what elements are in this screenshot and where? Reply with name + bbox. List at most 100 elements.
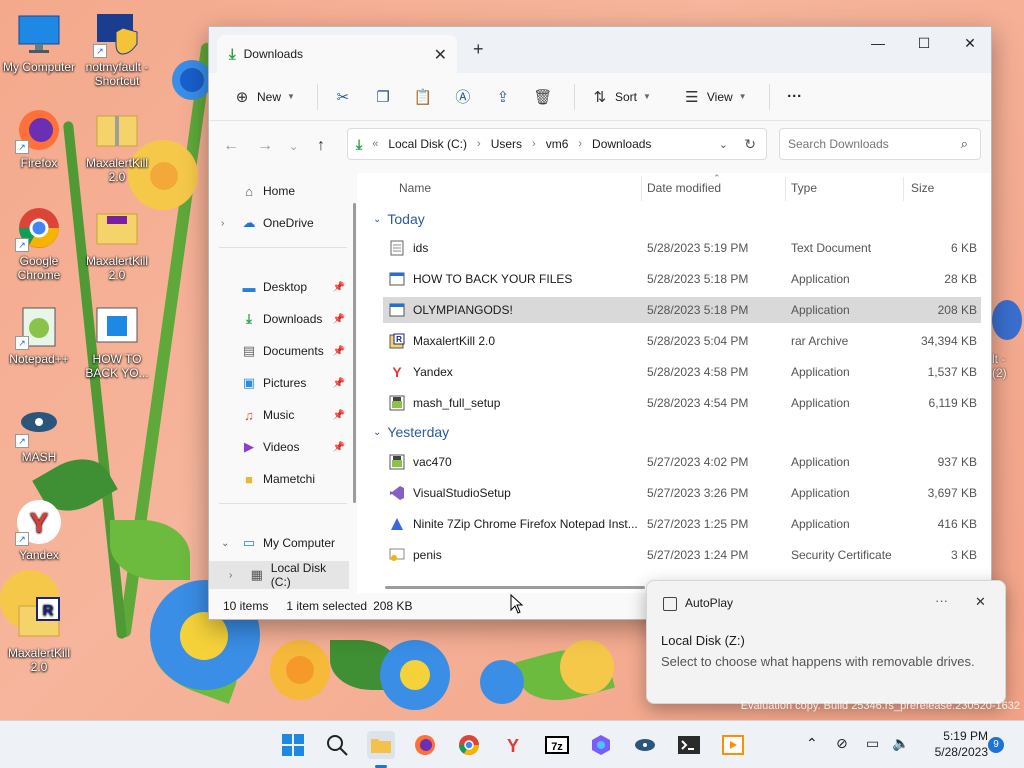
column-divider[interactable] <box>641 177 642 201</box>
cut-button[interactable]: ✂ <box>326 81 360 113</box>
copy-button[interactable]: ❐ <box>366 81 400 113</box>
desktop-icon-yandex[interactable]: Y ↗ Yandex <box>0 498 78 562</box>
nav-videos[interactable]: ▶ Videos 📌 <box>209 433 349 461</box>
new-button[interactable]: ⊕ New ▼ <box>225 81 303 113</box>
new-tab-button[interactable]: + <box>473 39 484 60</box>
more-options-button[interactable]: ··· <box>778 81 812 113</box>
taskbar-firefox[interactable] <box>411 731 439 759</box>
taskbar-7zip[interactable]: 7z <box>543 731 571 759</box>
desktop-icon-maxalertkill-rar[interactable]: MaxalertKill 2.0 <box>78 204 156 282</box>
view-button[interactable]: ☰ View ▼ <box>675 81 755 113</box>
back-button[interactable]: ← <box>223 137 239 155</box>
desktop-icon-notepadpp[interactable]: ↗ Notepad++ <box>0 302 78 366</box>
breadcrumb-downloads[interactable]: Downloads <box>592 137 651 151</box>
desktop-icon-notmyfault[interactable]: ↗ notmyfault - Shortcut <box>78 10 156 88</box>
desktop-icon-maxalertkill-folder[interactable]: MaxalertKill 2.0 <box>78 106 156 184</box>
file-row-mash-full-setup[interactable]: mash_full_setup 5/28/2023 4:54 PM Applicat… <box>383 390 981 416</box>
nav-downloads[interactable]: ⤓ Downloads 📌 <box>209 305 349 333</box>
taskbar-copilot[interactable] <box>587 731 615 759</box>
horizontal-scrollbar[interactable] <box>385 586 645 589</box>
nav-music[interactable]: ♫ Music 📌 <box>209 401 349 429</box>
desktop-icon-my-computer[interactable]: My Computer <box>0 10 78 74</box>
chevron-right-icon[interactable]: › <box>532 138 536 150</box>
column-header-size[interactable]: Size <box>911 181 934 195</box>
more-icon[interactable]: ··· <box>935 593 948 608</box>
desktop-icon-maxalertkill-app[interactable]: R MaxalertKill 2.0 <box>0 596 78 674</box>
column-divider[interactable] <box>785 177 786 201</box>
show-hidden-icons-chevron-icon[interactable]: ⌃ <box>806 735 818 752</box>
navigation-pane[interactable]: ⌂ Home › ☁ OneDrive ▬ Desktop 📌 ⤓ Downlo… <box>209 173 357 593</box>
paste-button[interactable]: 📋 <box>406 81 440 113</box>
nav-local-disk[interactable]: › ▦ Local Disk (C:) <box>209 561 349 589</box>
taskbar-chrome[interactable] <box>455 731 483 759</box>
nav-my-computer[interactable]: ⌄ ▭ My Computer <box>209 529 349 557</box>
taskbar-file-explorer[interactable] <box>367 731 395 759</box>
file-row-penis[interactable]: penis 5/27/2023 1:24 PM Security Certifica… <box>383 542 981 568</box>
chevron-down-icon[interactable]: ⌄ <box>221 538 241 549</box>
nav-mametchi[interactable]: ■ Mametchi <box>209 465 349 493</box>
column-header-type[interactable]: Type <box>791 181 817 195</box>
nav-scrollbar[interactable] <box>353 203 356 503</box>
group-header-yesterday[interactable]: ⌄ Yesterday <box>373 424 449 440</box>
file-row-ids[interactable]: ids 5/28/2023 5:19 PM Text Document 6 KB <box>383 235 981 261</box>
column-header-name[interactable]: Name <box>399 181 431 195</box>
sort-button[interactable]: ⇅ Sort ▼ <box>583 81 659 113</box>
breadcrumb-overflow-icon[interactable]: « <box>372 138 378 150</box>
display-icon[interactable]: ▭ <box>866 735 879 752</box>
file-list[interactable]: Name Date modified ⌃ Type Size ⌄ Today i… <box>367 173 991 593</box>
breadcrumb-vm6[interactable]: vm6 <box>546 137 569 151</box>
file-row-how-to-back-your-files[interactable]: HOW TO BACK YOUR FILES 5/28/2023 5:18 PM A… <box>383 266 981 292</box>
title-bar[interactable]: ⤓ Downloads ✕ + — ☐ ✕ <box>209 27 991 73</box>
up-button[interactable]: ↑ <box>317 137 325 155</box>
recent-locations-button[interactable]: ⌄ <box>289 140 298 153</box>
pin-icon[interactable]: 📌 <box>333 282 345 293</box>
chevron-right-icon[interactable]: › <box>221 218 241 229</box>
minimize-button[interactable]: — <box>855 27 901 59</box>
group-header-today[interactable]: ⌄ Today <box>373 211 425 227</box>
file-row-olympiangods[interactable]: OLYMPIANGODS! 5/28/2023 5:18 PM Applicatio… <box>383 297 981 323</box>
nav-home[interactable]: ⌂ Home <box>209 177 349 205</box>
refresh-icon[interactable]: ↻ <box>744 136 756 153</box>
forward-button[interactable]: → <box>257 137 273 155</box>
tab-downloads[interactable]: ⤓ Downloads ✕ <box>217 35 457 73</box>
close-icon[interactable]: ✕ <box>975 594 986 610</box>
pin-icon[interactable]: 📌 <box>333 410 345 421</box>
pin-icon[interactable]: 📌 <box>333 442 345 453</box>
taskbar-mash[interactable] <box>631 731 659 759</box>
desktop-icon-how-to-back[interactable]: HOW TO BACK YO... <box>78 302 156 380</box>
desktop-icon-mash[interactable]: ↗ MASH <box>0 400 78 464</box>
nav-documents[interactable]: ▤ Documents 📌 <box>209 337 349 365</box>
file-explorer-window[interactable]: ⤓ Downloads ✕ + — ☐ ✕ ⊕ New ▼ ✂ ❐ 📋 Ⓐ ⇪ … <box>208 26 992 620</box>
chevron-right-icon[interactable]: › <box>229 570 249 581</box>
file-row-visualstudiosetup[interactable]: VisualStudioSetup 5/27/2023 3:26 PM Applic… <box>383 480 981 506</box>
file-row-yandex[interactable]: Y Yandex 5/28/2023 4:58 PM Application 1,537… <box>383 359 981 385</box>
desktop-partial-label[interactable]: lt - (2) <box>992 352 1007 380</box>
taskbar-terminal[interactable] <box>675 731 703 759</box>
notification-badge[interactable]: 9 <box>988 737 1004 753</box>
clock[interactable]: 5:19 PM 5/28/2023 <box>916 728 988 760</box>
desktop-icon-firefox[interactable]: ↗ Firefox <box>0 106 78 170</box>
file-row-ninite-7zip-chrome-firefox-notepad-inst[interactable]: Ninite 7Zip Chrome Firefox Notepad Inst.… <box>383 511 981 537</box>
taskbar-yandex[interactable]: Y <box>499 731 527 759</box>
address-bar[interactable]: ⤓ « Local Disk (C:) › Users › vm6 › Down… <box>347 128 767 160</box>
close-window-button[interactable]: ✕ <box>947 27 993 59</box>
start-button[interactable] <box>279 731 307 759</box>
breadcrumb-local-disk[interactable]: Local Disk (C:) <box>388 137 467 151</box>
search-button[interactable] <box>323 731 351 759</box>
maximize-button[interactable]: ☐ <box>901 27 947 59</box>
tab-close-icon[interactable]: ✕ <box>434 45 447 65</box>
rename-button[interactable]: Ⓐ <box>446 81 480 113</box>
volume-icon[interactable]: 🔈 <box>892 735 909 752</box>
pin-icon[interactable]: 📌 <box>333 314 345 325</box>
search-input[interactable]: Search Downloads ⌕ <box>779 128 981 160</box>
column-header-date[interactable]: Date modified <box>647 181 721 195</box>
taskbar-media-player[interactable] <box>719 731 747 759</box>
desktop-icon-chrome[interactable]: ↗ Google Chrome <box>0 204 78 282</box>
file-row-vac470[interactable]: vac470 5/27/2023 4:02 PM Application 937 KB <box>383 449 981 475</box>
nav-pictures[interactable]: ▣ Pictures 📌 <box>209 369 349 397</box>
column-divider[interactable] <box>903 177 904 201</box>
address-dropdown-icon[interactable]: ⌄ <box>719 138 728 151</box>
breadcrumb-users[interactable]: Users <box>491 137 522 151</box>
autoplay-notification[interactable]: AutoPlay ··· ✕ Local Disk (Z:) Select to… <box>646 580 1006 704</box>
file-row-maxalertkill-2-0[interactable]: R MaxalertKill 2.0 5/28/2023 5:04 PM rar Ar… <box>383 328 981 354</box>
